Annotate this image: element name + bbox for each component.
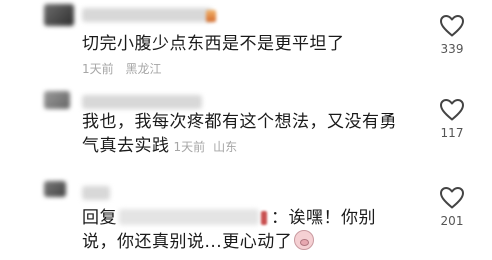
comment-text-line: 回复 ：诶嘿！你别 [82,206,412,230]
like-button[interactable]: 201 [434,186,470,228]
heart-outline-icon[interactable] [439,14,465,38]
comment-text-line: 说，你还真别说...更心动了 [82,230,412,254]
mention-badge [261,211,267,225]
mention-username-blurred[interactable] [119,209,259,225]
reply-prefix: 回复 [82,208,117,228]
comment-text: 回复 ：诶嘿！你别 说，你还真别说...更心动了 [82,206,412,254]
avatar[interactable] [44,4,74,26]
username-blurred[interactable] [82,8,212,22]
heart-outline-icon[interactable] [439,186,465,210]
comment-text-line-with-meta: 气真去实践 1天前 山东 [82,134,412,159]
like-count: 339 [440,42,464,56]
like-count: 117 [440,126,464,140]
like-button[interactable]: 117 [434,98,470,140]
pig-face-icon [294,230,315,250]
comment-item: 我也，我每次疼都有这个想法，又没有勇 气真去实践 1天前 山东 117 [0,86,492,178]
comment-location: 山东 [213,140,238,154]
comment-meta: 1天前 山东 [174,140,246,154]
user-badge [206,10,216,22]
comment-time: 1天前 [82,62,114,76]
comment-text: 我也，我每次疼都有这个想法，又没有勇 气真去实践 1天前 山东 [82,110,412,159]
comment-text: 切完小腹少点东西是不是更平坦了 [82,34,345,54]
avatar[interactable] [44,181,66,197]
reply-text: ：诶嘿！你别 [271,208,376,228]
like-button[interactable]: 339 [434,14,470,56]
heart-outline-icon[interactable] [439,98,465,122]
avatar[interactable] [44,91,70,109]
reply-text-line2: 说，你还真别说...更心动了 [82,232,293,252]
comment-text-line: 气真去实践 [82,136,170,156]
comment-text-line: 我也，我每次疼都有这个想法，又没有勇 [82,112,397,132]
comment-location: 黑龙江 [125,62,162,76]
comment-item: 回复 ：诶嘿！你别 说，你还真别说...更心动了 201 [0,178,492,260]
comment-time: 1天前 [173,140,206,154]
comment-item: 切完小腹少点东西是不是更平坦了 1天前 黑龙江 339 [0,0,492,86]
like-count: 201 [440,214,464,228]
username-blurred[interactable] [82,186,110,200]
username-blurred[interactable] [82,95,202,109]
comment-meta: 1天前 黑龙江 [82,60,169,77]
